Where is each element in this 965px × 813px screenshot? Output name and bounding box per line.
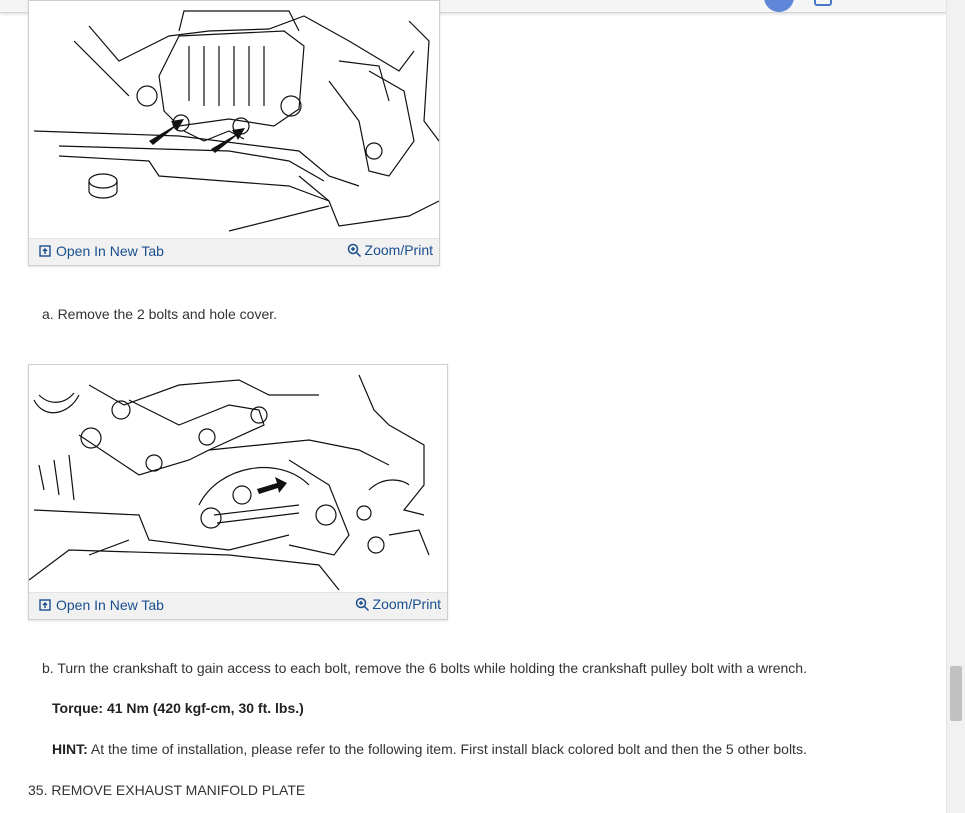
open-new-tab-icon (39, 245, 51, 257)
hint-label: HINT: (52, 741, 88, 757)
torque-line: Torque: 41 Nm (420 kgf-cm, 30 ft. lbs.) (52, 700, 304, 716)
step-a-text: a. Remove the 2 bolts and hole cover. (42, 306, 278, 322)
figure-1-toolbar: Open In New Tab Zoom/Print (29, 238, 439, 265)
open-new-tab-link[interactable]: Open In New Tab (39, 597, 164, 613)
open-new-tab-icon (39, 599, 51, 611)
torque-label: Torque: (52, 700, 104, 716)
open-new-tab-label: Open In New Tab (56, 597, 164, 613)
hint-line: HINT: At the time of installation, pleas… (52, 741, 807, 757)
figure-1-illustration (33, 10, 439, 232)
hint-value: At the time of installation, please refe… (87, 741, 807, 757)
vertical-scrollbar[interactable] (946, 0, 965, 813)
zoom-in-icon (355, 597, 369, 611)
torque-value: 41 Nm (420 kgf-cm, 30 ft. lbs.) (103, 700, 304, 716)
zoom-print-link[interactable]: Zoom/Print (355, 596, 441, 612)
figure-2: Open In New Tab Zoom/Print (28, 364, 448, 620)
figure-1: Open In New Tab Zoom/Print (28, 0, 440, 266)
zoom-print-label: Zoom/Print (372, 596, 441, 612)
zoom-print-label: Zoom/Print (364, 242, 433, 258)
open-new-tab-label: Open In New Tab (56, 243, 164, 259)
toolbar-icon[interactable] (814, 0, 832, 6)
zoom-in-icon (347, 243, 361, 257)
scrollbar-thumb[interactable] (950, 666, 962, 721)
step-35-heading: 35. REMOVE EXHAUST MANIFOLD PLATE (28, 782, 306, 798)
zoom-print-link[interactable]: Zoom/Print (347, 242, 433, 258)
figure-2-toolbar: Open In New Tab Zoom/Print (29, 592, 447, 619)
user-avatar[interactable] (764, 0, 794, 12)
open-new-tab-link[interactable]: Open In New Tab (39, 243, 164, 259)
figure-2-illustration (29, 374, 430, 591)
step-b-text: b. Turn the crankshaft to gain access to… (42, 660, 807, 676)
